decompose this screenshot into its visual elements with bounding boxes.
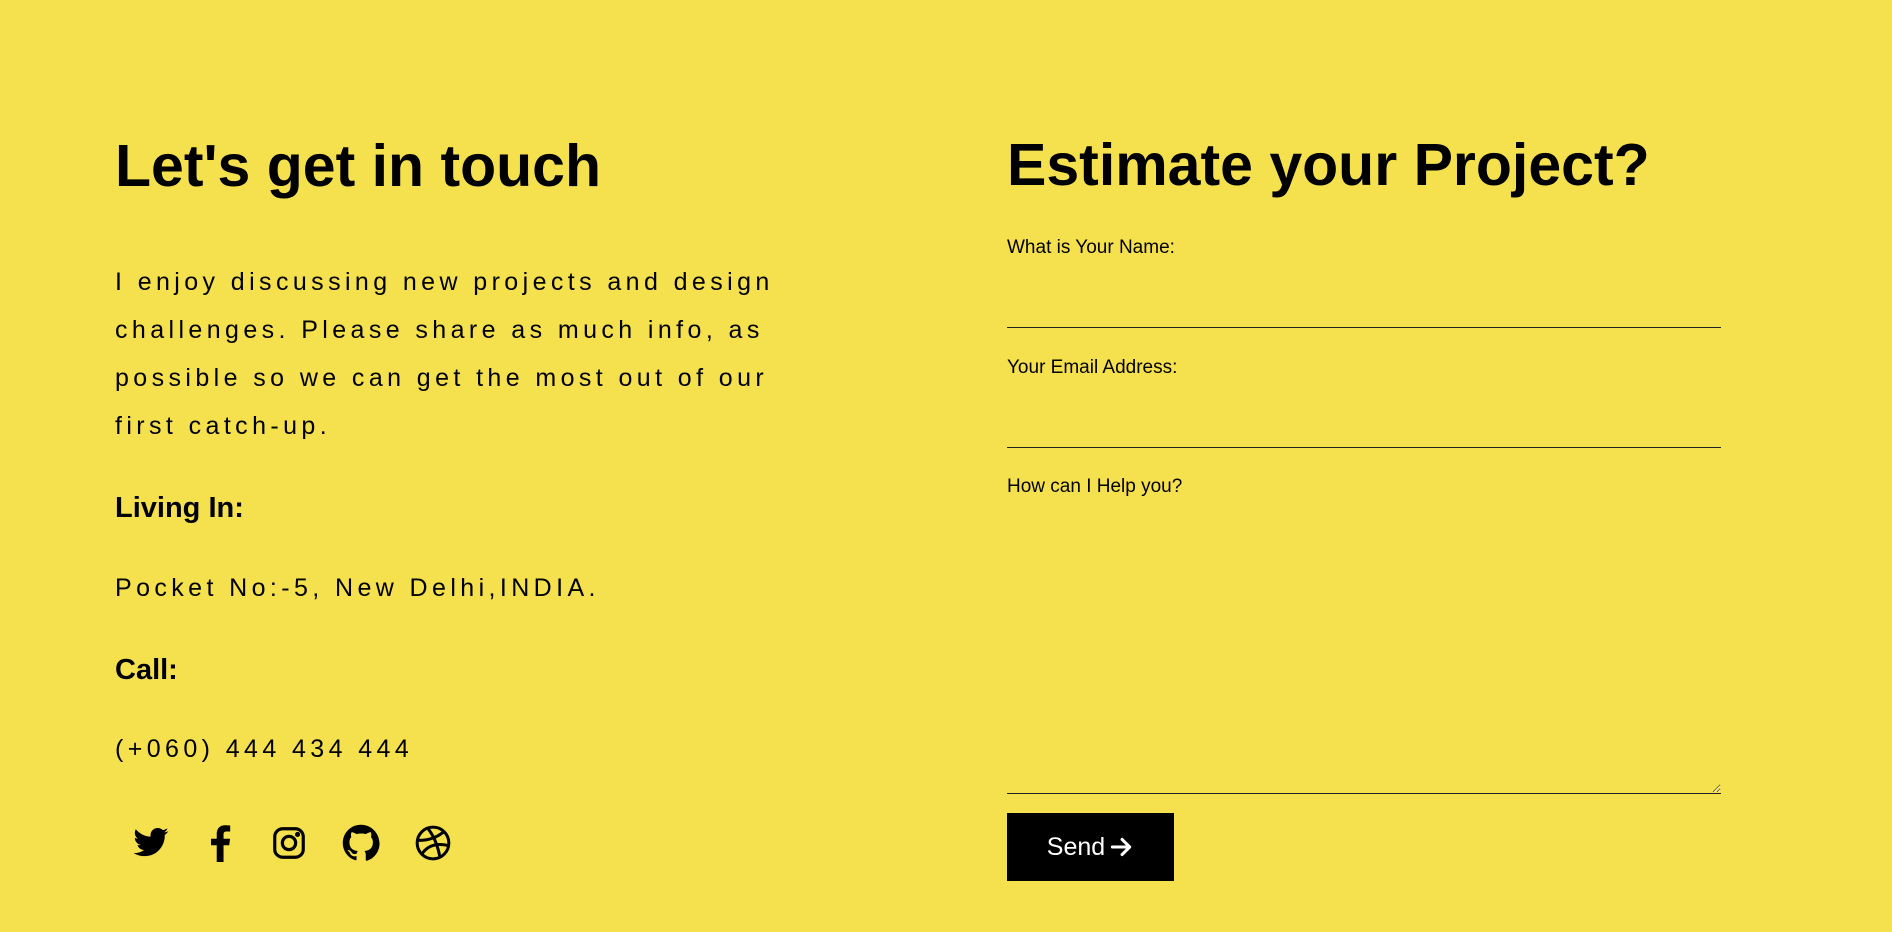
name-label: What is Your Name: (1007, 237, 1175, 258)
name-input[interactable] (1007, 292, 1721, 328)
message-textarea[interactable] (1007, 500, 1721, 794)
intro-text: I enjoy discussing new projects and desi… (115, 268, 774, 440)
facebook-icon[interactable] (202, 824, 240, 862)
send-button[interactable]: Send (1007, 813, 1174, 881)
address-text: Pocket No:-5, New Delhi,INDIA. (115, 574, 600, 602)
instagram-icon[interactable] (270, 824, 308, 862)
arrow-right-icon (1111, 837, 1132, 857)
living-in-heading: Living In: (115, 492, 244, 524)
email-input[interactable] (1007, 412, 1721, 448)
form-title: Estimate your Project? (1007, 132, 1650, 198)
contact-title: Let's get in touch (115, 133, 602, 199)
twitter-icon[interactable] (132, 824, 170, 862)
message-label: How can I Help you? (1007, 476, 1183, 497)
social-links (132, 824, 484, 862)
email-label: Your Email Address: (1007, 357, 1178, 378)
dribbble-icon[interactable] (414, 824, 452, 862)
phone-text: (+060) 444 434 444 (115, 735, 414, 763)
send-button-label: Send (1046, 832, 1106, 861)
call-heading: Call: (115, 654, 178, 686)
github-icon[interactable] (342, 824, 380, 862)
